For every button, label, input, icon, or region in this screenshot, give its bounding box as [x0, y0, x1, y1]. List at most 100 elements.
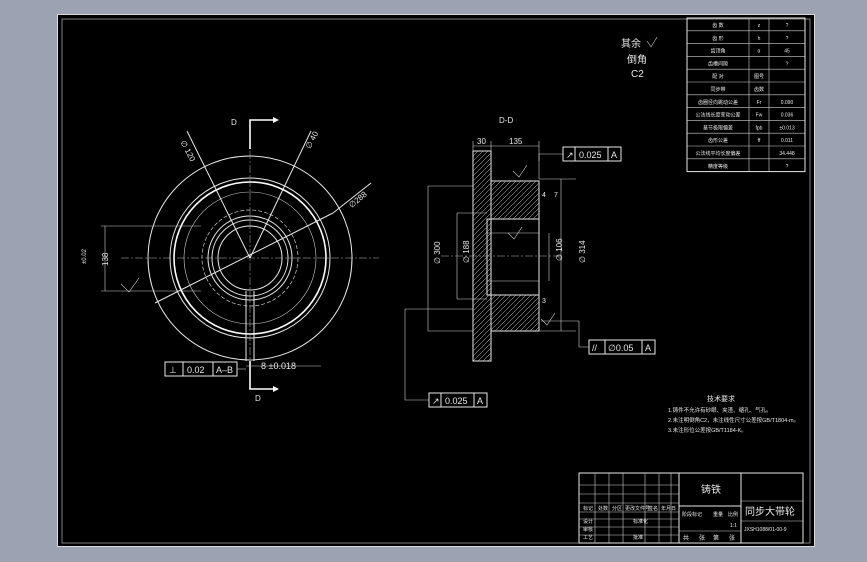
section-arrowhead-bottom: [273, 386, 279, 392]
row-standard: 标准化: [633, 518, 648, 525]
runout2-datum: A: [477, 396, 483, 406]
material: 铸铁: [701, 483, 721, 496]
parallel-fcf: // ∅0.05 A: [588, 339, 656, 355]
param-name: 配 对: [712, 73, 723, 80]
flatness-datum: A–B: [216, 365, 233, 375]
param-code: Fw: [756, 113, 763, 119]
height-dim-tol: ±0.02: [82, 248, 88, 264]
key-width-dim: 8 ±0.018: [261, 361, 296, 371]
param-code: z: [758, 23, 761, 29]
param-value: ?: [786, 23, 789, 29]
tech-req-line-3: 3.未注形位公差按GB/T1184-K。: [668, 426, 747, 434]
section-mark-top: D: [231, 118, 237, 127]
stage-mark: 阶段标记: [682, 511, 702, 518]
param-code: fpb: [756, 125, 763, 131]
front-view: [101, 117, 379, 392]
runout-value: 0.025: [579, 150, 602, 160]
fcf-leader-right: [541, 320, 589, 348]
angle-label-b: ∅ 40: [304, 129, 321, 150]
section-mark-bottom: D: [255, 394, 261, 403]
diameter-label: ∅288: [347, 189, 369, 209]
param-name: 基节极限偏差: [703, 124, 733, 131]
param-value: ?: [786, 61, 789, 67]
fcf-leader-bottom: [404, 308, 473, 401]
flatness-symbol: ⊥: [169, 365, 177, 375]
dim-135: 135: [509, 137, 523, 146]
dia-188: ∅ 188: [462, 240, 471, 263]
drawing-no: JXSH1088/01-00-9: [744, 527, 787, 533]
runout-fcf-top: ↗ 0.025 A: [562, 146, 622, 162]
title-block: 铸铁 同步大带轮 JXSH1088/01-00-9 标记 处数 分区 更改文件号…: [578, 472, 804, 544]
hdr-mark: 标记: [583, 505, 593, 512]
dia-314: ∅ 314: [578, 240, 587, 263]
parallel-symbol: //: [592, 343, 598, 353]
param-value: 45: [784, 49, 790, 55]
hdr-count: 处数: [598, 505, 608, 512]
param-name: 公法线长度变动公差: [695, 112, 740, 119]
roughness-mark-right: [540, 312, 556, 326]
dim-7: 7: [554, 192, 558, 199]
dim-30: 30: [477, 137, 486, 146]
hdr-date: 年月日: [661, 505, 676, 512]
row-process: 工艺: [583, 535, 593, 541]
param-name: 齿圈径向跳动公差: [698, 99, 738, 106]
drawing-sheet: 其余 倒角 C2 D D ∅ 120 ∅ 40 ∅288 138 ±0.02 8…: [57, 14, 815, 547]
runout2-value: 0.025: [445, 396, 468, 406]
row-review: 审核: [583, 526, 593, 533]
param-code: 齿数: [754, 86, 764, 93]
param-name: 公法线平均长度偏差: [695, 150, 740, 157]
runout-fcf-bottom: ↗ 0.025 A: [428, 392, 488, 408]
flatness-fcf: ⊥ 0.02 A–B: [164, 361, 238, 377]
parallel-datum: A: [645, 343, 651, 353]
param-code: h: [758, 36, 761, 42]
dim-4: 4: [542, 192, 546, 199]
parallel-value: ∅0.05: [608, 343, 633, 353]
param-code: α: [758, 49, 761, 55]
cad-drawing: 其余 倒角 C2 D D ∅ 120 ∅ 40 ∅288 138 ±0.02 8…: [61, 17, 811, 544]
param-value: 0.036: [781, 113, 794, 119]
section-arrow-top: [249, 119, 273, 149]
roughness-note-symbol: [646, 36, 658, 48]
stage-scale: 比例: [728, 511, 738, 518]
fcf-leader-top: [538, 153, 563, 161]
stage-weight: 重量: [713, 511, 723, 518]
roughness-note: 其余: [621, 37, 641, 50]
section-arrowhead-top: [273, 117, 279, 123]
runout-datum: A: [611, 150, 617, 160]
sheet-total-unit: 张: [699, 534, 705, 542]
param-value: ?: [786, 36, 789, 42]
angle-line-b: [249, 130, 312, 259]
sheet-total-label: 共: [683, 534, 689, 542]
angle-line-a: [186, 130, 251, 259]
param-name: 齿槽间隙: [708, 60, 728, 67]
height-dim-value: 138: [101, 252, 110, 266]
sheet-no-unit: 张: [729, 534, 735, 542]
scale-value: 1:1: [730, 523, 737, 529]
param-value: ?: [786, 164, 789, 170]
tech-req-title: 技术要求: [707, 394, 735, 403]
inner-border: [61, 18, 811, 544]
param-value: 0.090: [781, 100, 794, 106]
flatness-value: 0.02: [187, 365, 205, 375]
hdr-change-doc: 更改文件号: [625, 505, 650, 512]
param-value: 34.448: [779, 151, 795, 157]
section-title: D-D: [499, 116, 513, 125]
roughness-mark-top: [512, 164, 528, 178]
part-name: 同步大带轮: [745, 505, 795, 518]
bore: [486, 218, 540, 296]
sheet-no-label: 第: [713, 534, 719, 542]
tech-req-line-2: 2.未注明倒角C2，未注线性尺寸公差按GB/T1804-m。: [668, 416, 799, 424]
dia-300: ∅ 300: [433, 241, 442, 264]
chamfer-value: C2: [631, 69, 644, 80]
gear-parameter-table: 齿 数 z ? 齿 形 h ? 齿顶角 α 45 齿槽间隙 ? 配 对 图号同步带 齿数齿圈径向跳动公差 F…: [686, 17, 806, 173]
angle-label-a: ∅ 120: [179, 139, 198, 164]
roughness-mark-left: [120, 277, 140, 293]
tech-req-line-1: 1.铸件不允许有砂眼、夹渣、缩孔、气孔。: [668, 406, 772, 414]
param-name: 齿顶角: [710, 48, 725, 55]
param-name: 齿 形: [712, 35, 723, 42]
param-name: 同步带: [710, 87, 725, 93]
runout-symbol: ↗: [566, 150, 574, 160]
param-code: Fr: [757, 100, 762, 106]
row-design: 设计: [583, 518, 593, 525]
chamfer-label: 倒角: [627, 54, 647, 66]
